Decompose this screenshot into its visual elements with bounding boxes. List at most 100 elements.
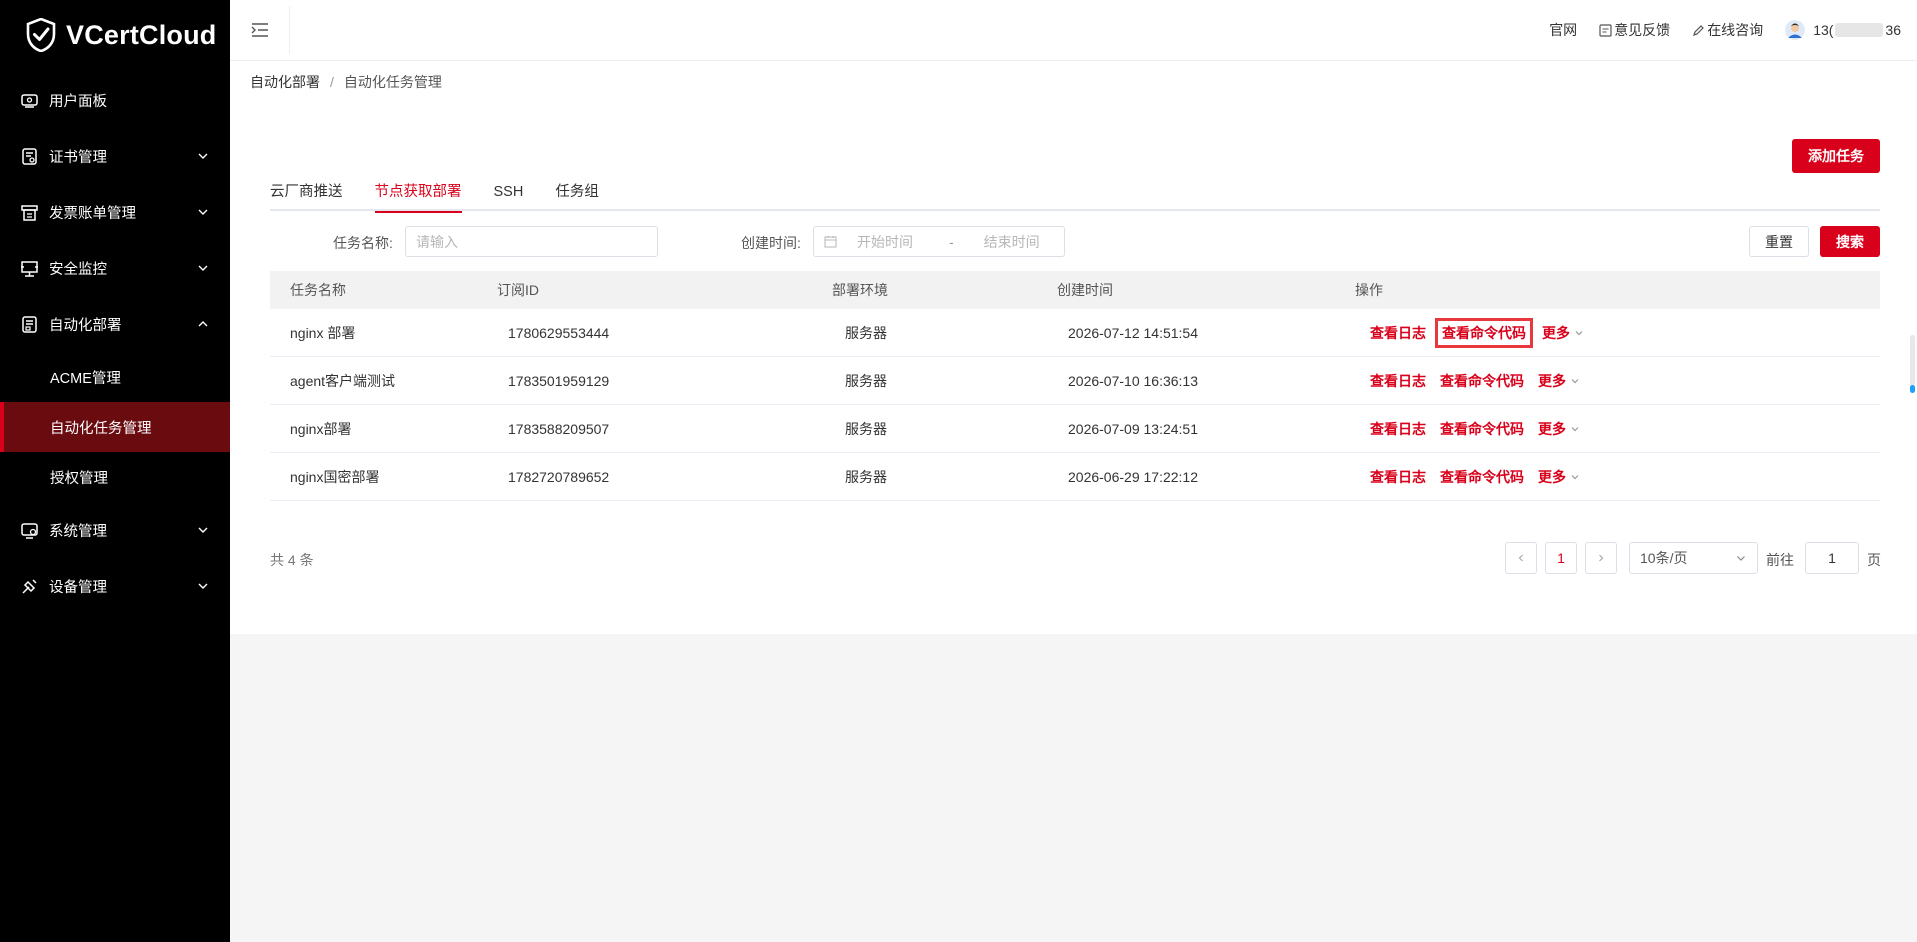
sidebar-item-certificates[interactable]: 证书管理 xyxy=(0,128,230,184)
add-task-button[interactable]: 添加任务 xyxy=(1792,139,1880,173)
top-header: 官网 意见反馈 在线咨询 13( 36 xyxy=(230,0,1917,61)
column-header-actions: 操作 xyxy=(1355,282,1383,298)
chevron-down-icon xyxy=(198,265,208,271)
view-log-link[interactable]: 查看日志 xyxy=(1370,371,1426,391)
task-name-label: 任务名称: xyxy=(333,235,393,251)
official-site-link[interactable]: 官网 xyxy=(1549,20,1577,40)
cell-created-time: 2026-06-29 17:22:12 xyxy=(1068,468,1198,485)
cell-subscription-id: 1783588209507 xyxy=(508,420,610,437)
column-header-created-time: 创建时间 xyxy=(1057,282,1113,298)
cell-actions: 查看日志 查看命令代码 更多 xyxy=(1370,371,1580,391)
prev-page-button[interactable] xyxy=(1505,542,1537,574)
more-dropdown[interactable]: 更多 xyxy=(1538,371,1580,391)
cell-task-name: nginx部署 xyxy=(290,420,352,437)
cell-environment: 服务器 xyxy=(845,324,887,341)
brand-name: VCertCloud xyxy=(66,19,217,50)
view-log-link[interactable]: 查看日志 xyxy=(1370,419,1426,439)
reset-button[interactable]: 重置 xyxy=(1749,226,1809,257)
sidebar-item-security-monitor[interactable]: 安全监控 xyxy=(0,240,230,296)
shield-check-icon xyxy=(26,18,56,52)
view-command-link[interactable]: 查看命令代码 xyxy=(1440,467,1524,487)
sidebar-item-label: 自动化部署 xyxy=(49,317,122,334)
scrollbar-thumb[interactable] xyxy=(1910,335,1915,393)
sidebar-item-label: 用户面板 xyxy=(49,93,107,110)
sidebar-subitem-label: 自动化任务管理 xyxy=(50,420,152,437)
sidebar-subitem-authorization[interactable]: 授权管理 xyxy=(0,452,230,502)
pen-icon xyxy=(1693,24,1705,36)
column-header-task-name: 任务名称 xyxy=(290,282,346,298)
breadcrumb-separator: / xyxy=(330,74,334,90)
start-time-placeholder[interactable]: 开始时间 xyxy=(857,232,913,252)
sidebar-item-invoices[interactable]: 发票账单管理 xyxy=(0,184,230,240)
sidebar-item-auto-deploy[interactable]: 自动化部署 xyxy=(0,296,230,352)
end-time-placeholder[interactable]: 结束时间 xyxy=(984,232,1040,252)
brand-logo[interactable]: VCertCloud xyxy=(0,0,230,70)
more-dropdown[interactable]: 更多 xyxy=(1542,323,1584,343)
masked-area xyxy=(1835,23,1884,37)
date-range-picker[interactable]: 开始时间 - 结束时间 xyxy=(813,226,1065,257)
sidebar-item-label: 证书管理 xyxy=(49,149,107,166)
sidebar-item-devices[interactable]: 设备管理 xyxy=(0,558,230,614)
tab-node-deploy[interactable]: 节点获取部署 xyxy=(374,181,462,213)
chevron-down-icon xyxy=(1571,426,1579,431)
search-button[interactable]: 搜索 xyxy=(1820,226,1880,257)
tab-task-group[interactable]: 任务组 xyxy=(555,181,599,211)
consult-link[interactable]: 在线咨询 xyxy=(1692,20,1763,40)
more-label: 更多 xyxy=(1542,324,1570,341)
cell-subscription-id: 1782720789652 xyxy=(508,468,610,485)
view-log-link[interactable]: 查看日志 xyxy=(1370,323,1426,343)
device-icon xyxy=(20,577,39,596)
feedback-link[interactable]: 意见反馈 xyxy=(1599,20,1670,40)
chevron-down-icon xyxy=(198,583,208,589)
table-row: nginx国密部署 1782720789652 服务器 2026-06-29 1… xyxy=(270,453,1880,501)
cell-actions: 查看日志 查看命令代码 更多 xyxy=(1370,419,1580,439)
cell-task-name: nginx国密部署 xyxy=(290,468,380,485)
sidebar-item-label: 发票账单管理 xyxy=(49,205,136,222)
view-log-link[interactable]: 查看日志 xyxy=(1370,467,1426,487)
user-menu[interactable]: 13( 36 xyxy=(1785,20,1901,40)
cell-actions: 查看日志 查看命令代码 更多 xyxy=(1370,467,1580,487)
task-name-input[interactable] xyxy=(405,226,658,257)
cell-task-name: agent客户端测试 xyxy=(290,372,396,389)
column-header-subscription-id: 订阅ID xyxy=(497,282,539,298)
sidebar: VCertCloud 用户面板 证书管理 发票账单管理 安全监控 自动化部署 A… xyxy=(0,0,230,942)
tab-ssh[interactable]: SSH xyxy=(494,181,524,211)
view-command-link[interactable]: 查看命令代码 xyxy=(1435,317,1533,348)
more-dropdown[interactable]: 更多 xyxy=(1538,419,1580,439)
more-label: 更多 xyxy=(1538,468,1566,485)
sidebar-subitem-acme[interactable]: ACME管理 xyxy=(0,352,230,402)
more-dropdown[interactable]: 更多 xyxy=(1538,467,1580,487)
chevron-down-icon xyxy=(198,209,208,215)
sidebar-item-dashboard[interactable]: 用户面板 xyxy=(0,72,230,128)
tab-cloud-push[interactable]: 云厂商推送 xyxy=(270,181,343,211)
chevron-down-icon xyxy=(1737,556,1745,561)
sidebar-subitem-auto-task[interactable]: 自动化任务管理 xyxy=(0,402,230,452)
sidebar-subitem-label: ACME管理 xyxy=(50,370,121,387)
feedback-icon xyxy=(1599,23,1612,37)
menu-toggle-button[interactable] xyxy=(230,6,290,54)
goto-page-input[interactable] xyxy=(1805,542,1859,574)
column-header-environment: 部署环境 xyxy=(832,282,888,298)
page-size-select[interactable]: 10条/页 xyxy=(1629,542,1758,574)
chevron-down-icon xyxy=(198,527,208,533)
more-label: 更多 xyxy=(1538,372,1566,389)
calendar-icon xyxy=(824,236,837,248)
tab-bar: 云厂商推送 节点获取部署 SSH 任务组 xyxy=(270,181,1880,213)
next-page-button[interactable] xyxy=(1585,542,1617,574)
chevron-down-icon xyxy=(1575,330,1583,335)
dashboard-icon xyxy=(20,91,39,110)
table-row: nginx 部署 1780629553444 服务器 2026-07-12 14… xyxy=(270,309,1880,357)
consult-label: 在线咨询 xyxy=(1707,22,1764,38)
sidebar-item-system[interactable]: 系统管理 xyxy=(0,502,230,558)
breadcrumb-parent[interactable]: 自动化部署 xyxy=(250,74,320,90)
sidebar-item-label: 系统管理 xyxy=(49,523,107,540)
menu-fold-icon xyxy=(251,23,268,37)
chevron-left-icon xyxy=(1518,554,1523,562)
chevron-down-icon xyxy=(1571,378,1579,383)
view-command-link[interactable]: 查看命令代码 xyxy=(1440,419,1524,439)
cell-environment: 服务器 xyxy=(845,372,887,389)
cell-actions: 查看日志 查看命令代码 更多 xyxy=(1370,317,1584,348)
page-number-button[interactable]: 1 xyxy=(1545,542,1577,574)
view-command-link[interactable]: 查看命令代码 xyxy=(1440,371,1524,391)
chevron-down-icon xyxy=(198,153,208,159)
